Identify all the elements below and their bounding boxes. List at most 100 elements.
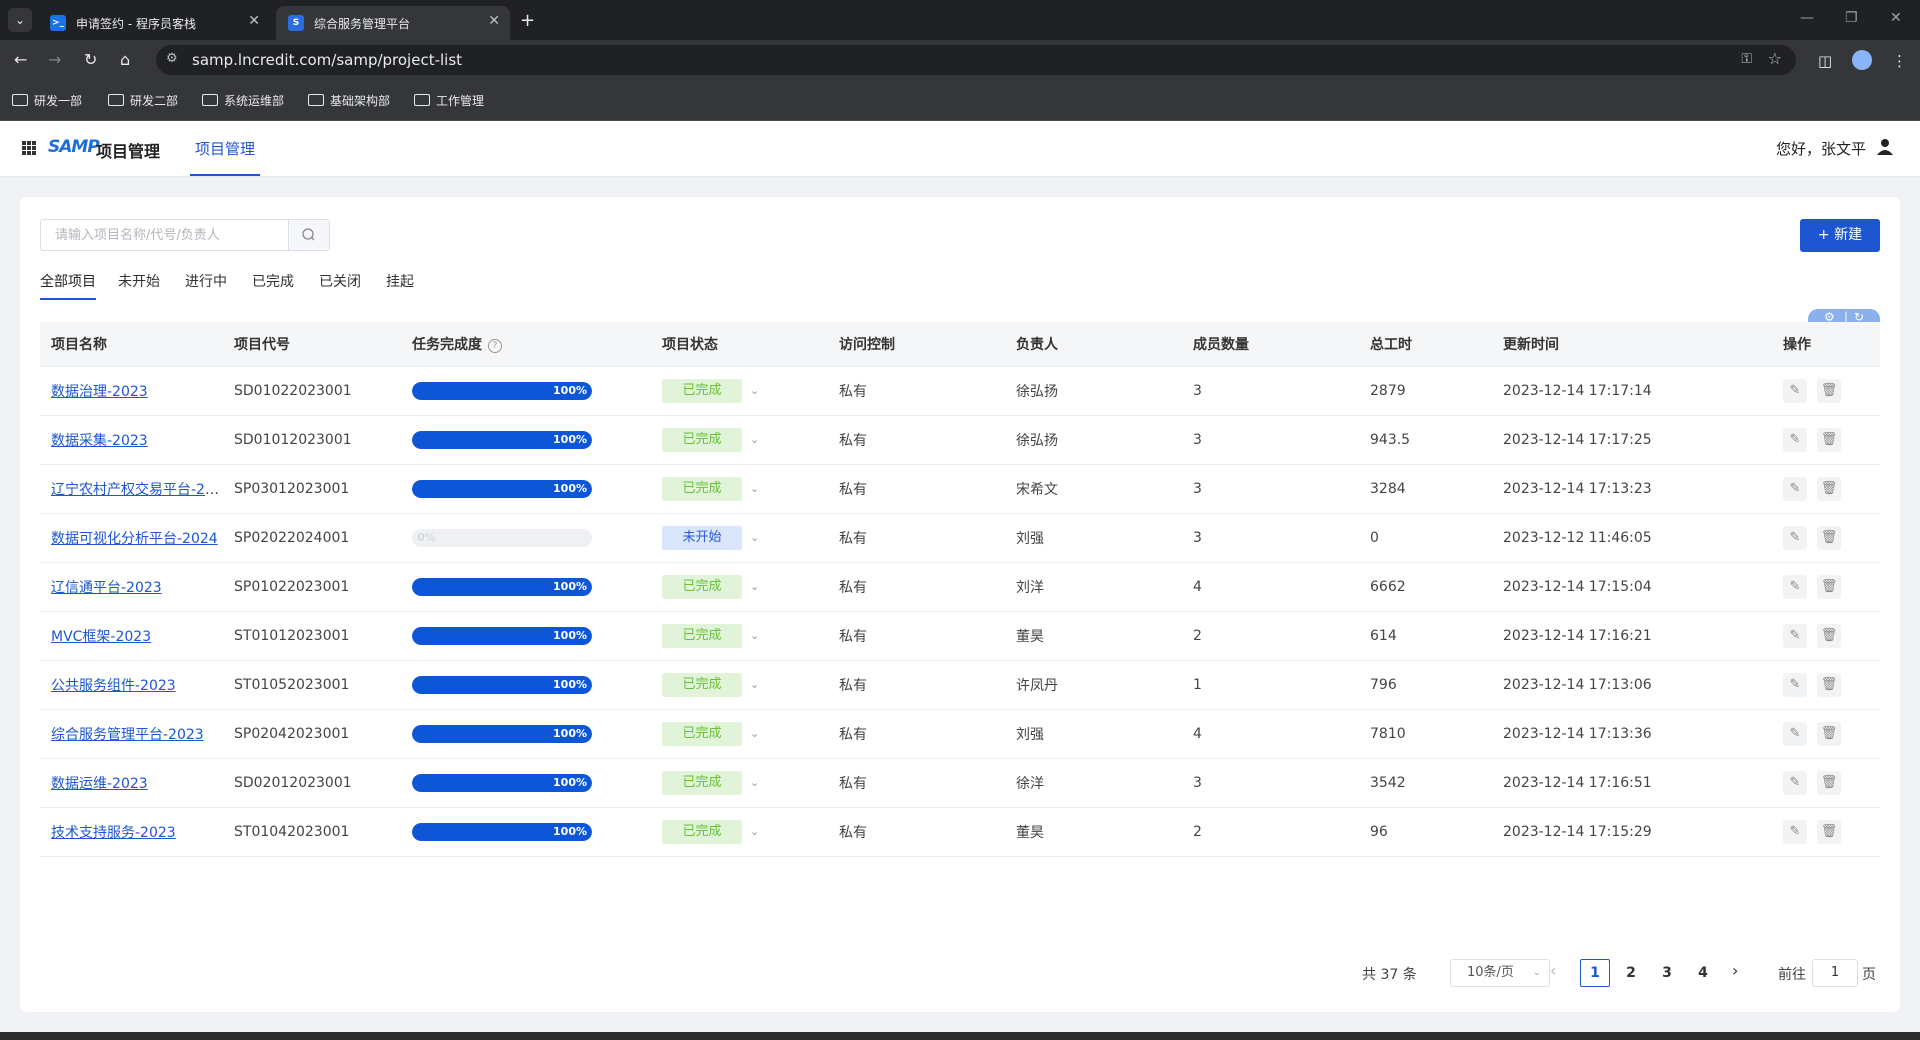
chevron-down-icon[interactable]: ⌄ bbox=[750, 727, 759, 740]
search-input[interactable] bbox=[41, 220, 289, 250]
page-1[interactable]: 1 bbox=[1580, 959, 1610, 987]
restore-icon[interactable]: ❐ bbox=[1845, 10, 1858, 26]
chevron-down-icon[interactable]: ⌄ bbox=[750, 678, 759, 691]
edit-icon[interactable]: ✎ bbox=[1783, 477, 1807, 501]
bookmark-folder[interactable]: 基础架构部 bbox=[308, 92, 390, 109]
bookmark-folder[interactable]: 研发一部 bbox=[12, 92, 82, 109]
user-icon[interactable] bbox=[1876, 138, 1894, 156]
app-grid-icon[interactable] bbox=[22, 141, 36, 155]
help-icon[interactable]: ? bbox=[488, 339, 502, 353]
page-3[interactable]: 3 bbox=[1652, 959, 1682, 987]
delete-icon[interactable]: 🗑 bbox=[1817, 722, 1841, 746]
goto-page-input[interactable]: 1 bbox=[1812, 959, 1858, 987]
avatar[interactable] bbox=[1852, 50, 1872, 70]
status-badge[interactable]: 已完成 bbox=[662, 624, 742, 648]
chevron-down-icon[interactable]: ⌄ bbox=[750, 825, 759, 838]
page-4[interactable]: 4 bbox=[1688, 959, 1718, 987]
edit-icon[interactable]: ✎ bbox=[1783, 820, 1807, 844]
chevron-down-icon[interactable]: ⌄ bbox=[750, 629, 759, 642]
status-badge[interactable]: 已完成 bbox=[662, 379, 742, 403]
project-name-link[interactable]: 辽信通平台-2023 bbox=[51, 580, 162, 596]
delete-icon[interactable]: 🗑 bbox=[1817, 820, 1841, 844]
browser-tab-2[interactable]: S 综合服务管理平台 ✕ bbox=[276, 6, 510, 40]
status-badge[interactable]: 已完成 bbox=[662, 673, 742, 697]
status-badge[interactable]: 已完成 bbox=[662, 428, 742, 452]
status-badge[interactable]: 已完成 bbox=[662, 477, 742, 501]
header-progress-label: 任务完成度 bbox=[412, 337, 482, 353]
edit-icon[interactable]: ✎ bbox=[1783, 575, 1807, 599]
status-badge[interactable]: 已完成 bbox=[662, 820, 742, 844]
chevron-down-icon[interactable]: ⌄ bbox=[750, 580, 759, 593]
delete-icon[interactable]: 🗑 bbox=[1817, 526, 1841, 550]
status-badge[interactable]: 已完成 bbox=[662, 722, 742, 746]
chevron-down-icon[interactable]: ⌄ bbox=[750, 433, 759, 446]
browser-tab-1[interactable]: >_ 申请签约 - 程序员客栈 ✕ bbox=[38, 6, 270, 40]
filter-tab-closed[interactable]: 已关闭 bbox=[319, 271, 361, 298]
delete-icon[interactable]: 🗑 bbox=[1817, 477, 1841, 501]
project-name-link[interactable]: 数据可视化分析平台-2024 bbox=[51, 531, 218, 547]
filter-tab-not-started[interactable]: 未开始 bbox=[118, 271, 160, 298]
project-name-link[interactable]: 公共服务组件-2023 bbox=[51, 678, 176, 694]
url-text[interactable]: samp.lncredit.com/samp/project-list bbox=[192, 51, 462, 69]
bookmark-folder[interactable]: 工作管理 bbox=[414, 92, 484, 109]
back-icon[interactable]: ← bbox=[14, 50, 27, 69]
minimize-icon[interactable]: — bbox=[1800, 10, 1814, 26]
delete-icon[interactable]: 🗑 bbox=[1817, 379, 1841, 403]
chevron-down-icon[interactable]: ⌄ bbox=[750, 531, 759, 544]
new-tab-button[interactable]: + bbox=[520, 10, 535, 31]
bookmark-folder[interactable]: 系统运维部 bbox=[202, 92, 284, 109]
edit-icon[interactable]: ✎ bbox=[1783, 428, 1807, 452]
home-icon[interactable]: ⌂ bbox=[120, 50, 130, 69]
delete-icon[interactable]: 🗑 bbox=[1817, 771, 1841, 795]
edit-icon[interactable]: ✎ bbox=[1783, 624, 1807, 648]
password-key-icon[interactable]: ⚿ bbox=[1741, 51, 1752, 67]
site-info-icon[interactable]: ⚙ bbox=[166, 51, 178, 66]
next-page-icon[interactable]: › bbox=[1732, 961, 1738, 991]
status-badge[interactable]: 已完成 bbox=[662, 771, 742, 795]
project-name-link[interactable]: 数据采集-2023 bbox=[51, 433, 148, 449]
project-name-link[interactable]: 辽宁农村产权交易平台-2023 bbox=[51, 482, 223, 498]
reload-icon[interactable]: ↻ bbox=[84, 50, 97, 69]
filter-tab-in-progress[interactable]: 进行中 bbox=[185, 271, 227, 298]
filter-tab-completed[interactable]: 已完成 bbox=[252, 271, 294, 298]
chevron-down-icon[interactable]: ⌄ bbox=[750, 776, 759, 789]
status-badge[interactable]: 已完成 bbox=[662, 575, 742, 599]
side-panel-icon[interactable]: ◫ bbox=[1818, 52, 1832, 70]
close-icon[interactable]: ✕ bbox=[488, 13, 500, 29]
nav-tab-project-management[interactable]: 项目管理 bbox=[190, 121, 260, 176]
delete-icon[interactable]: 🗑 bbox=[1817, 575, 1841, 599]
chevron-down-icon[interactable]: ⌄ bbox=[750, 384, 759, 397]
status-badge[interactable]: 未开始 bbox=[662, 526, 742, 550]
more-menu-icon[interactable]: ⋮ bbox=[1892, 52, 1907, 70]
close-icon[interactable]: ✕ bbox=[248, 13, 260, 29]
delete-icon[interactable]: 🗑 bbox=[1817, 673, 1841, 697]
delete-icon[interactable]: 🗑 bbox=[1817, 428, 1841, 452]
bookmark-folder[interactable]: 研发二部 bbox=[108, 92, 178, 109]
close-window-icon[interactable]: ✕ bbox=[1890, 10, 1902, 26]
cell-name: 综合服务管理平台-2023 bbox=[40, 709, 223, 759]
search-button[interactable] bbox=[288, 220, 329, 250]
forward-icon[interactable]: → bbox=[48, 50, 61, 69]
progress-bar: 100% bbox=[412, 823, 592, 841]
edit-icon[interactable]: ✎ bbox=[1783, 379, 1807, 403]
bookmark-star-icon[interactable]: ☆ bbox=[1768, 49, 1782, 68]
edit-icon[interactable]: ✎ bbox=[1783, 526, 1807, 550]
project-name-link[interactable]: 数据运维-2023 bbox=[51, 776, 148, 792]
project-name-link[interactable]: 技术支持服务-2023 bbox=[51, 825, 176, 841]
edit-icon[interactable]: ✎ bbox=[1783, 771, 1807, 795]
chevron-down-icon[interactable]: ⌄ bbox=[750, 482, 759, 495]
page-2[interactable]: 2 bbox=[1616, 959, 1646, 987]
new-project-button[interactable]: + 新建 bbox=[1800, 219, 1880, 252]
page-size-select[interactable]: 10条/页 ⌄ bbox=[1450, 959, 1550, 987]
edit-icon[interactable]: ✎ bbox=[1783, 673, 1807, 697]
project-name-link[interactable]: MVC框架-2023 bbox=[51, 629, 151, 645]
project-name-link[interactable]: 数据治理-2023 bbox=[51, 384, 148, 400]
delete-icon[interactable]: 🗑 bbox=[1817, 624, 1841, 648]
filter-tab-all[interactable]: 全部项目 bbox=[40, 271, 96, 300]
edit-icon[interactable]: ✎ bbox=[1783, 722, 1807, 746]
filter-tab-suspended[interactable]: 挂起 bbox=[386, 271, 414, 298]
tab-search-chevron-icon[interactable]: ⌄ bbox=[8, 8, 32, 32]
address-bar[interactable]: ⚙ samp.lncredit.com/samp/project-list ⚿ … bbox=[156, 45, 1796, 75]
project-name-link[interactable]: 综合服务管理平台-2023 bbox=[51, 727, 204, 743]
prev-page-icon[interactable]: ‹ bbox=[1550, 961, 1556, 991]
